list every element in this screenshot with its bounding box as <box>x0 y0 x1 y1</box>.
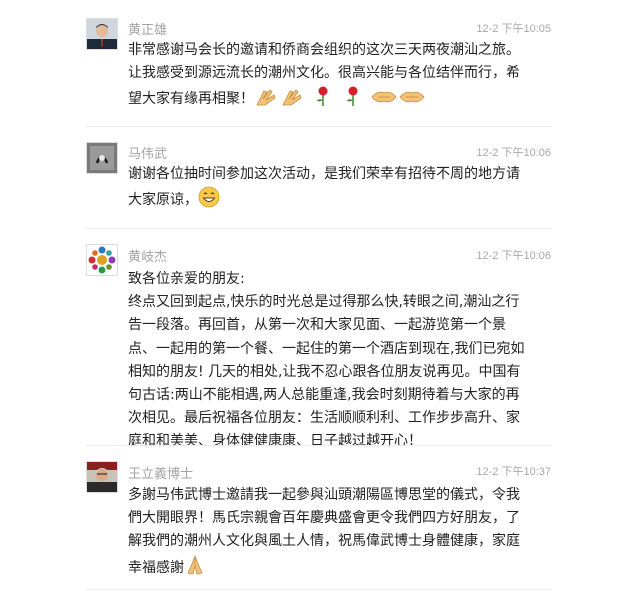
timestamp: 12-2 下午10:06 <box>476 147 551 159</box>
handshake-icon <box>398 87 426 115</box>
author-name[interactable]: 黄正雄 <box>128 19 167 38</box>
rose-icon <box>340 85 366 115</box>
author-name[interactable]: 王立義博士 <box>128 463 193 482</box>
handshake-icon <box>370 87 398 115</box>
author-name[interactable]: 黄岐杰 <box>128 246 167 265</box>
smile-icon <box>198 186 220 216</box>
comment-text: 谢谢各位抽时间参加这次活动，是我们荣幸有招待不周的地方请大家原谅， <box>128 163 530 216</box>
comment-text: 非常感谢马会长的邀请和侨商会组织的这次三天两夜潮汕之旅。让我感受到源远流长的潮州… <box>128 39 530 116</box>
comment-text: 致各位亲爱的朋友: 终点又回到起点,快乐的时光总是过得那么快,转眼之间,潮汕之行… <box>128 271 525 450</box>
avatar[interactable] <box>86 461 118 493</box>
clap-icon <box>280 87 306 115</box>
timestamp: 12-2 下午10:06 <box>476 250 551 262</box>
divider <box>86 589 552 590</box>
author-name[interactable]: 马伟武 <box>128 143 167 162</box>
divider <box>86 228 552 229</box>
timestamp: 12-2 下午10:37 <box>476 466 551 478</box>
avatar[interactable] <box>86 142 118 174</box>
rose-icon <box>310 85 336 115</box>
comment-text: 多謝马伟武博士邀請我一起參與汕頭潮陽區博思堂的儀式，令我們大開眼界！馬氏宗親會百… <box>128 484 530 584</box>
timestamp: 12-2 下午10:05 <box>476 23 551 35</box>
clap-icon <box>254 87 280 115</box>
avatar[interactable] <box>86 18 118 50</box>
divider <box>86 126 552 127</box>
pray-icon <box>184 554 206 584</box>
avatar[interactable] <box>86 244 118 276</box>
divider <box>86 445 552 446</box>
